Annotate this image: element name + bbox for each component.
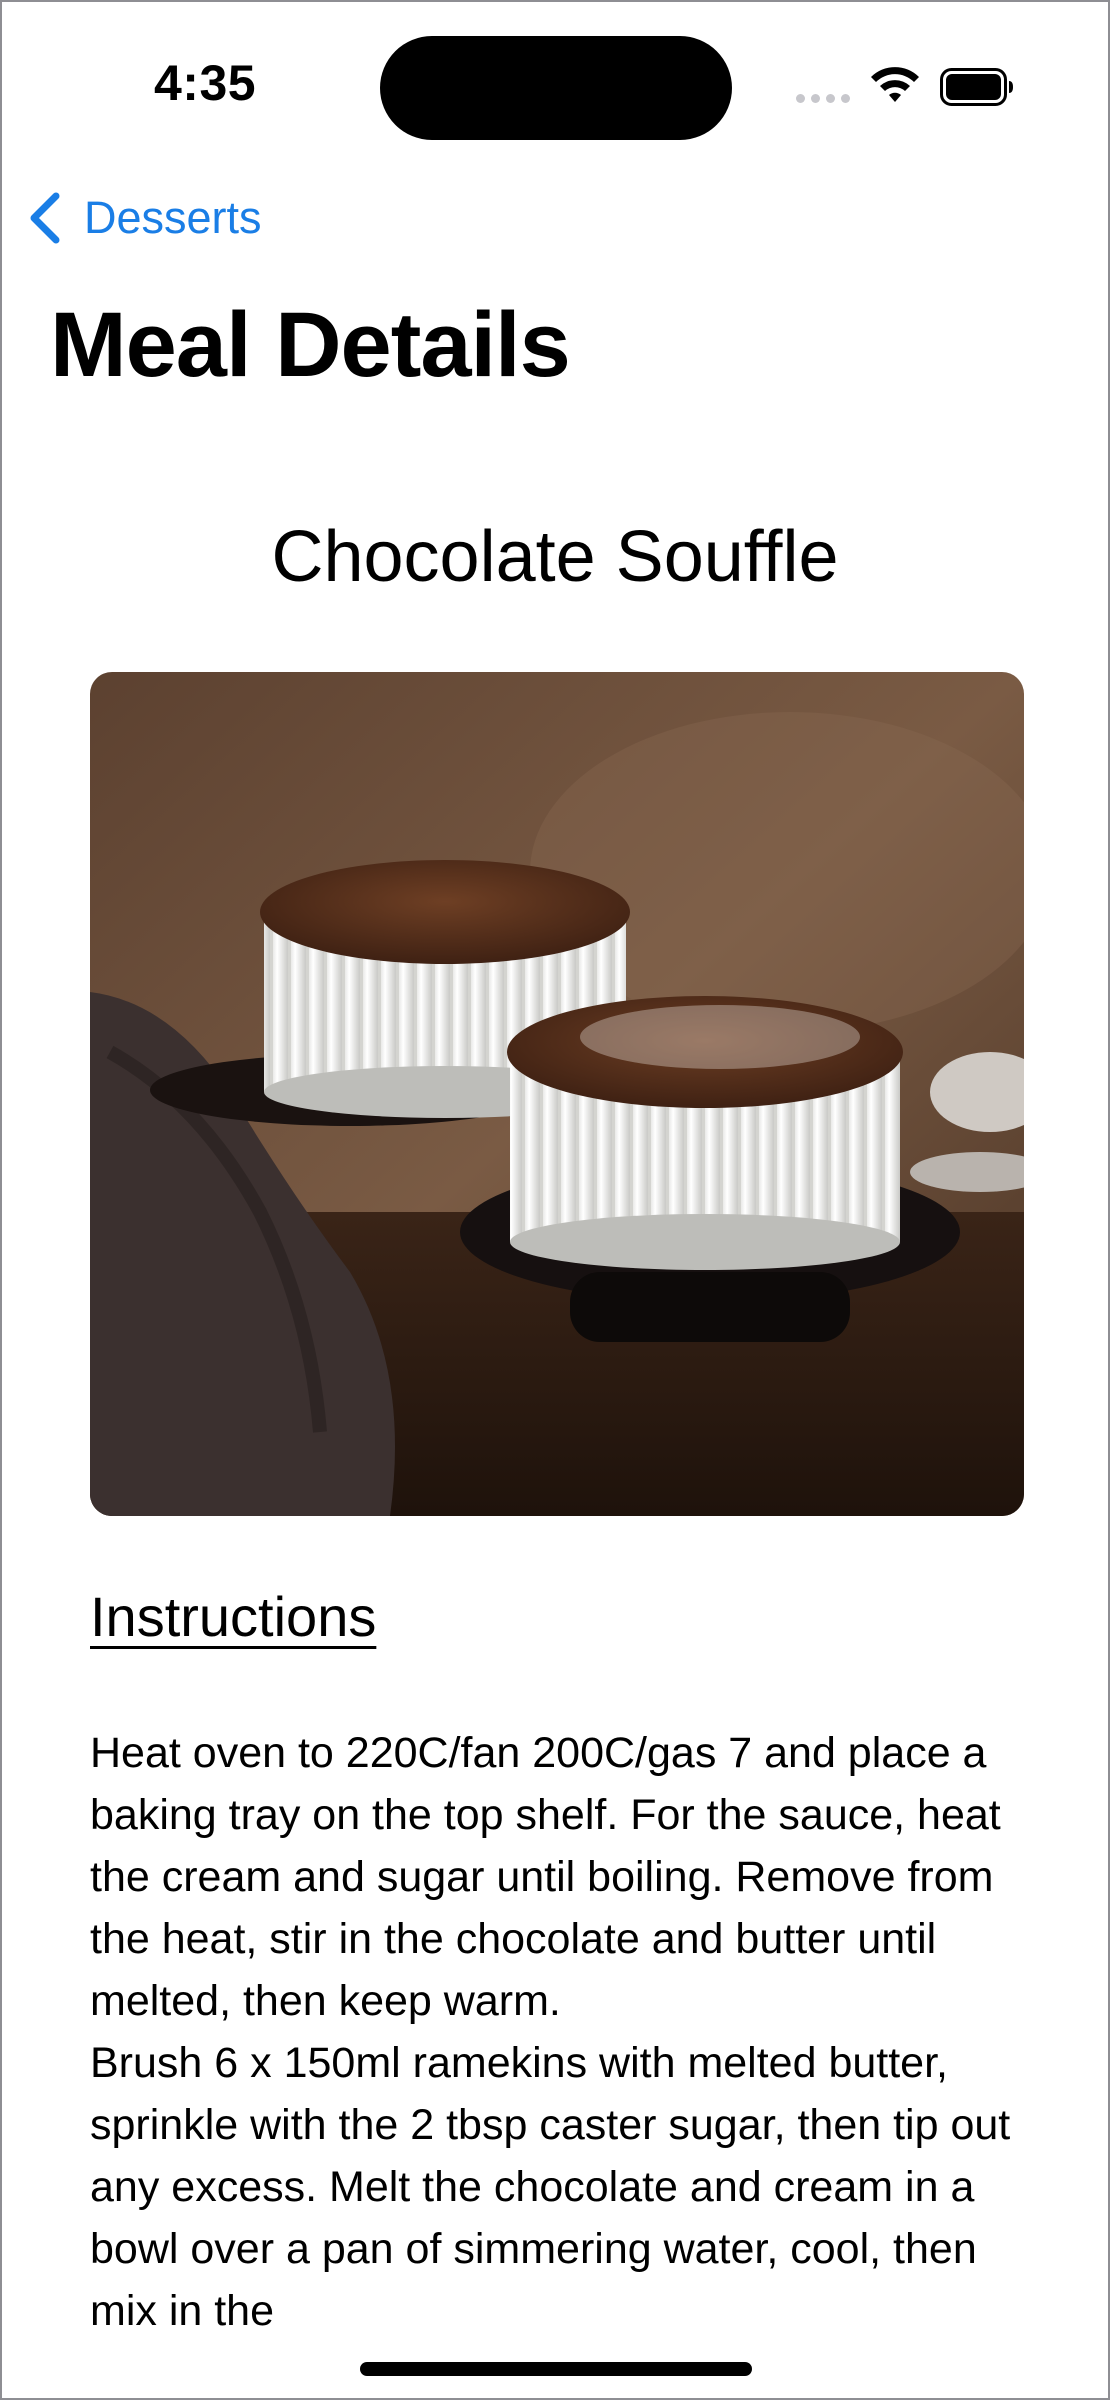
home-indicator[interactable]	[360, 2362, 752, 2376]
back-button[interactable]: Desserts	[26, 188, 262, 248]
chevron-left-icon	[30, 192, 60, 244]
instructions-text: Heat oven to 220C/fan 200C/gas 7 and pla…	[90, 1729, 1011, 2335]
battery-icon	[940, 68, 1013, 106]
status-bar: 4:35	[2, 2, 1108, 162]
dynamic-island	[380, 36, 732, 140]
meal-name: Chocolate Souffle	[271, 517, 839, 597]
status-time: 4:35	[154, 55, 257, 111]
meal-image	[90, 672, 1024, 1516]
page-title: Meal Details	[50, 294, 571, 396]
screen: 4:35 Desserts Meal Details Chocolate Sou…	[0, 0, 1110, 2400]
instructions-heading: Instructions	[90, 1585, 377, 1648]
back-button-label: Desserts	[84, 192, 262, 243]
wifi-icon	[871, 67, 919, 102]
cellular-signal-icon	[796, 94, 850, 103]
